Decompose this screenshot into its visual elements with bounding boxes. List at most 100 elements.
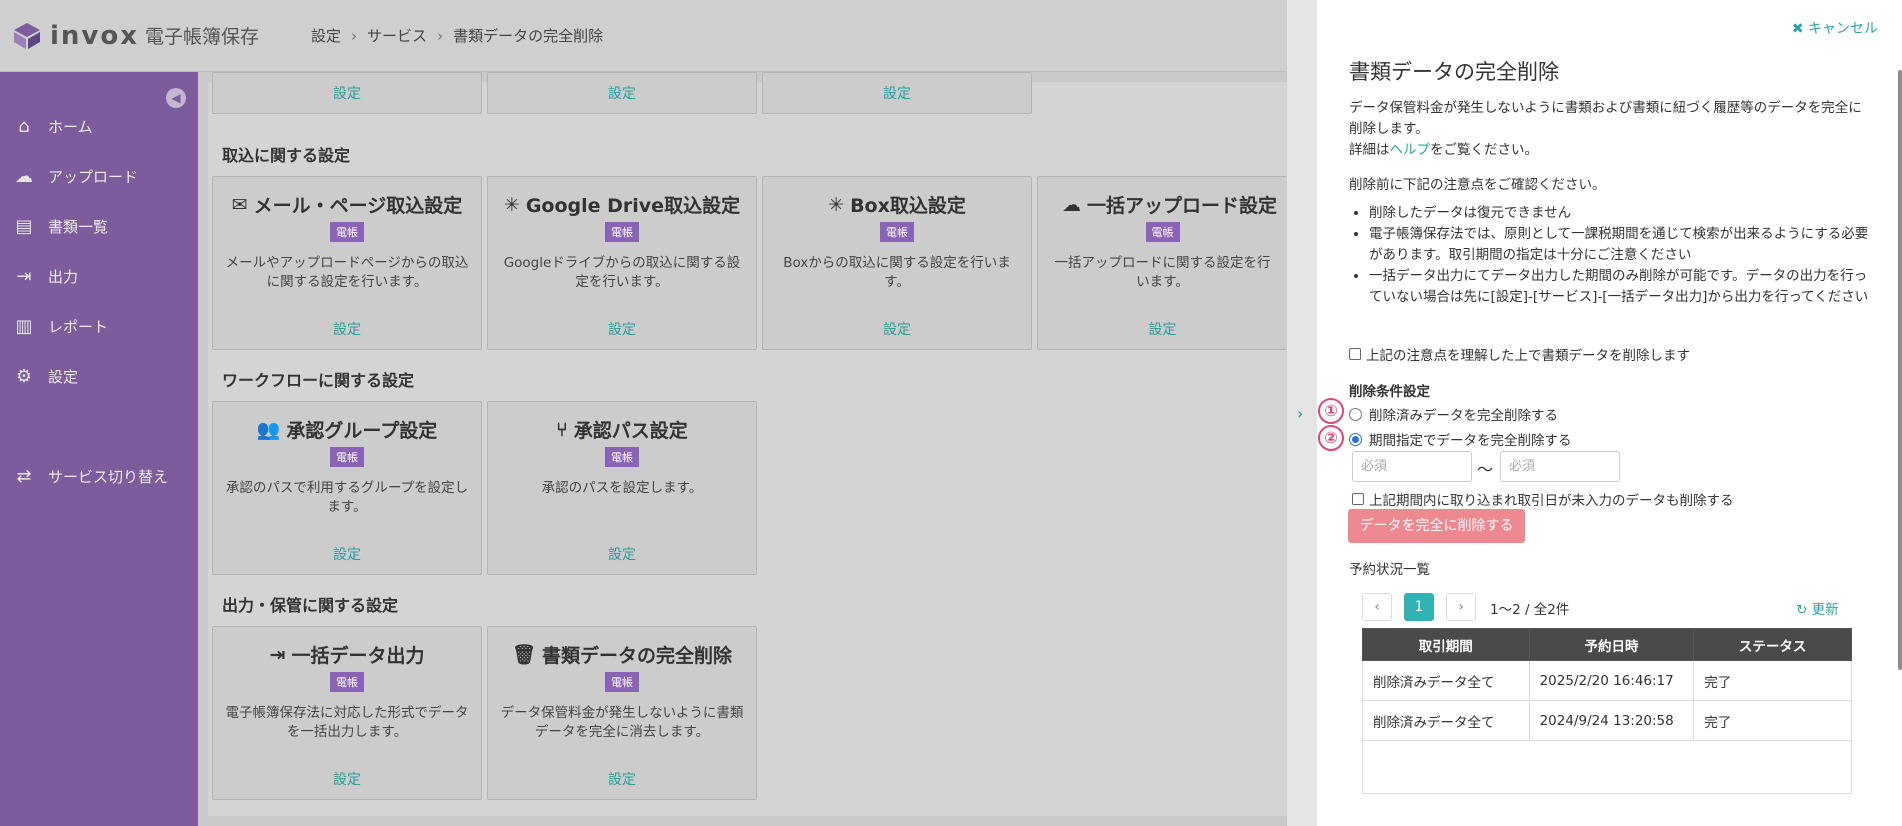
export-icon: ⇥ (269, 643, 286, 666)
chevron-right-icon: › (1458, 599, 1464, 615)
breadcrumb-item[interactable]: 設定 (311, 25, 341, 46)
date-range-separator: 〜 (1477, 460, 1494, 479)
card-title: Box取込設定 (850, 195, 966, 217)
sidebar-item-label: 出力 (48, 267, 79, 286)
card-settings-link[interactable]: 設定 (488, 319, 756, 339)
radio-delete-by-period[interactable]: 期間指定でデータを完全削除する (1349, 429, 1572, 449)
cancel-button[interactable]: ✖ キャンセル (1792, 18, 1878, 38)
sidebar-item-settings[interactable]: ⚙ 設定 (0, 356, 198, 396)
card-badge: 電帳 (330, 447, 364, 467)
card-settings-link[interactable]: 設定 (213, 544, 481, 564)
card-badge: 電帳 (880, 222, 914, 242)
date-from-input[interactable]: 必須 (1352, 451, 1472, 482)
card-badge: 電帳 (605, 672, 639, 692)
sidebar-item-export[interactable]: ⇥ 出力 (0, 256, 198, 296)
fork-icon: ⑂ (556, 418, 568, 441)
cloud-upload-icon: ☁ (1062, 193, 1081, 216)
note-item: 一括データ出力にてデータ出力した期間のみ削除が可能です。データの出力を行っていな… (1369, 266, 1869, 308)
checkbox-box[interactable] (1352, 493, 1364, 505)
card-description: 一括アップロードに関する設定を行います。 (1054, 255, 1271, 290)
chevron-right-icon[interactable]: › (1297, 404, 1303, 423)
panel-intro: データ保管料金が発生しないように書類および書類に紐づく履歴等のデータを完全に削除… (1349, 100, 1862, 137)
panel-scrollbar[interactable] (1898, 70, 1902, 670)
sidebar-item-documents[interactable]: ▤ 書類一覧 (0, 206, 198, 246)
sidebar-item-label: サービス切り替え (48, 467, 169, 486)
breadcrumb-item[interactable]: サービス (367, 25, 427, 46)
app-logo[interactable]: invox 電子帳簿保存 (12, 21, 259, 51)
card-settings-link[interactable]: 設定 (1038, 319, 1287, 339)
card-settings-link[interactable]: 設定 (763, 83, 1031, 103)
refresh-label: 更新 (1811, 602, 1839, 618)
card-settings-link[interactable]: 設定 (488, 544, 756, 564)
sidebar-item-home[interactable]: ⌂ ホーム (0, 106, 198, 146)
table-header-row: 取引期間 予約日時 ステータス (1362, 628, 1852, 661)
include-checkbox-label: 上記期間内に取り込まれ取引日が未入力のデータも削除する (1369, 493, 1734, 509)
card-description: 電子帳簿保存法に対応した形式でデータを一括出力します。 (225, 705, 469, 740)
page-prev-button[interactable]: ‹ (1362, 593, 1392, 621)
sidebar-item-label: 設定 (48, 367, 79, 386)
settings-card-data-delete: 🗑 書類データの完全削除 電帳 データ保管料金が発生しないように書類データを完全に… (487, 626, 757, 800)
panel-title: 書類データの完全削除 (1349, 60, 1559, 84)
card-title: 承認グループ設定 (286, 420, 438, 442)
card-settings-link[interactable]: 設定 (213, 769, 481, 789)
sidebar-item-label: レポート (48, 317, 109, 336)
refresh-button[interactable]: ↻ 更新 (1796, 598, 1839, 618)
logo-subtitle: 電子帳簿保存 (145, 26, 260, 48)
card-settings-link[interactable]: 設定 (213, 83, 481, 103)
sidebar-item-upload[interactable]: ☁ アップロード (0, 156, 198, 196)
delete-data-button[interactable]: データを完全に削除する (1348, 509, 1525, 543)
sidebar-item-service-switch[interactable]: ⇄ サービス切り替え (0, 456, 198, 496)
table-cell: 2025/2/20 16:46:17 (1528, 660, 1695, 701)
help-prefix: 詳細は (1349, 142, 1390, 158)
panel-help-line: 詳細はヘルプをご覧ください。 (1349, 140, 1869, 161)
section-title-output: 出力・保管に関する設定 (222, 596, 399, 615)
sidebar-item-label: アップロード (48, 167, 139, 186)
confirm-checkbox[interactable]: 上記の注意点を理解した上で書類データを削除します (1349, 344, 1690, 364)
table-cell: 完了 (1693, 660, 1852, 701)
card-description: 承認のパスで利用するグループを設定します。 (225, 480, 469, 515)
section-title-workflow: ワークフローに関する設定 (222, 371, 415, 390)
card-description: Googleドライブからの取込に関する設定を行います。 (503, 255, 741, 290)
annotation-marker-1: ① (1318, 398, 1344, 424)
radio-dot[interactable] (1349, 432, 1362, 446)
radio-delete-deleted[interactable]: 削除済みデータを完全削除する (1349, 404, 1558, 424)
breadcrumb-item: 書類データの完全削除 (453, 27, 604, 45)
card-badge: 電帳 (1145, 222, 1180, 242)
trash-icon: 🗑 (511, 644, 537, 666)
card-title: メール・ページ取込設定 (253, 195, 463, 217)
sidebar-collapse-icon[interactable]: ◀ (166, 88, 186, 108)
logo-text: invox (50, 20, 140, 51)
radio-label: 期間指定でデータを完全削除する (1369, 433, 1572, 449)
reservation-table: 取引期間 予約日時 ステータス 削除済みデータ全て 2025/2/20 16:4… (1362, 628, 1852, 741)
card-title: Google Drive取込設定 (525, 195, 741, 217)
breadcrumb: 設定 › サービス › 書類データの完全削除 (311, 25, 603, 46)
page-number-button[interactable]: 1 (1404, 593, 1434, 621)
include-undated-checkbox[interactable]: 上記期間内に取り込まれ取引日が未入力のデータも削除する (1352, 489, 1734, 509)
home-icon: ⌂ (18, 115, 30, 137)
date-to-input[interactable]: 必須 (1500, 451, 1620, 482)
settings-card-approval-path: ⑂ 承認パス設定 電帳 承認のパスを設定します。 設定 (487, 401, 757, 575)
help-link[interactable]: ヘルプ (1390, 142, 1431, 158)
settings-card-google-drive: ✳ Google Drive取込設定 電帳 Googleドライブからの取込に関する… (487, 176, 757, 350)
close-icon: ✖ (1791, 21, 1804, 37)
sidebar-item-report[interactable]: ▥ レポート (0, 306, 198, 346)
page-next-button[interactable]: › (1446, 593, 1476, 621)
card-settings-link[interactable]: 設定 (488, 769, 756, 789)
notice-lead: 削除前に下記の注意点をご確認ください。 (1349, 177, 1606, 193)
card-settings-link[interactable]: 設定 (213, 319, 481, 339)
radio-dot[interactable] (1349, 407, 1362, 421)
chevron-right-icon: › (437, 26, 444, 45)
reservation-title: 予約状況一覧 (1349, 562, 1430, 578)
refresh-icon: ↻ (1796, 602, 1808, 618)
card-title: 書類データの完全削除 (542, 645, 733, 667)
card-settings-link[interactable]: 設定 (763, 319, 1031, 339)
table-cell: 削除済みデータ全て (1362, 700, 1530, 741)
checkbox-box[interactable] (1349, 348, 1361, 360)
settings-card-mail-import: ✉ メール・ページ取込設定 電帳 メールやアップロードページからの取込に関する設定… (212, 176, 482, 350)
cancel-label: キャンセル (1808, 21, 1878, 37)
logo-cube-icon (14, 22, 40, 49)
settings-card-bulk-export: ⇥ 一括データ出力 電帳 電子帳簿保存法に対応した形式でデータを一括出力します。 … (212, 626, 482, 800)
sidebar-item-label: ホーム (48, 117, 93, 136)
card-badge: 電帳 (330, 222, 364, 242)
card-settings-link[interactable]: 設定 (488, 83, 756, 103)
